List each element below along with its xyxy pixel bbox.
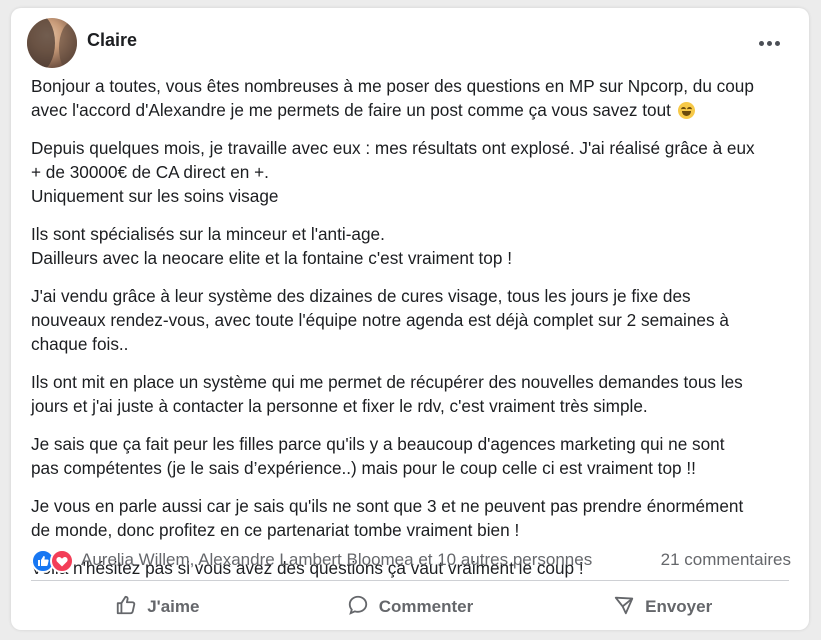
comments-count[interactable]: 21 commentaires (661, 550, 791, 570)
send-button[interactable]: Envoyer (536, 589, 789, 625)
reaction-names[interactable]: Aurelia Willem, Alexandre Lambert Bloome… (81, 550, 592, 570)
comment-button[interactable]: Commenter (284, 589, 537, 625)
like-button[interactable]: J'aime (31, 589, 284, 625)
post-paragraph: Je vous en parle aussi car je sais qu'il… (31, 496, 744, 540)
like-label: J'aime (147, 597, 200, 616)
grinning-emoji-icon (677, 102, 695, 119)
post-paragraph: Je sais que ça fait peur les filles parc… (31, 434, 725, 478)
author-name[interactable]: Claire (87, 30, 137, 51)
avatar[interactable] (27, 18, 77, 68)
divider (31, 580, 789, 581)
send-label: Envoyer (645, 597, 713, 616)
thumbs-up-icon (115, 594, 137, 621)
post-paragraph: Bonjour a toutes, vous êtes nombreuses à… (31, 76, 754, 120)
comment-icon (347, 594, 369, 621)
post-paragraph: Depuis quelques mois, je travaille avec … (31, 138, 755, 206)
post-paragraph: J'ai vendu grâce à leur système des diza… (31, 286, 729, 354)
post-card: Claire Bonjour a toutes, vous êtes nombr… (11, 8, 809, 630)
more-options-icon[interactable] (755, 34, 783, 52)
post-header: Claire (27, 18, 793, 74)
send-icon (613, 594, 635, 621)
post-paragraph: Ils sont spécialisés sur la minceur et l… (31, 224, 512, 268)
reaction-icons[interactable] (31, 549, 75, 573)
love-icon (50, 549, 74, 573)
post-body: Bonjour a toutes, vous êtes nombreuses à… (31, 74, 795, 594)
reactions-bar: Aurelia Willem, Alexandre Lambert Bloome… (31, 548, 791, 573)
post-paragraph: Ils ont mit en place un système qui me p… (31, 372, 743, 416)
action-bar: J'aime Commenter Envoyer (31, 588, 789, 626)
comment-label: Commenter (378, 597, 474, 616)
